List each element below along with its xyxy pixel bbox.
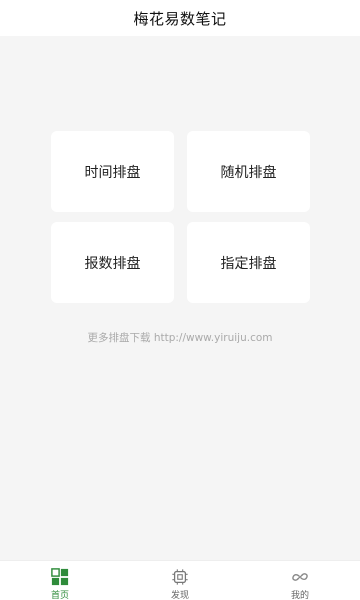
main-content: 时间排盘 随机排盘 报数排盘 指定排盘 更多排盘下载 http://www.yi… bbox=[0, 36, 360, 560]
tab-home[interactable]: 首页 bbox=[0, 561, 120, 600]
bottom-tab-bar: 首页 发现 我的 bbox=[0, 560, 360, 600]
specified-layout-button[interactable]: 指定排盘 bbox=[187, 222, 310, 303]
tab-mine[interactable]: 我的 bbox=[240, 561, 360, 600]
layout-options-grid: 时间排盘 随机排盘 报数排盘 指定排盘 bbox=[51, 131, 310, 303]
number-layout-button[interactable]: 报数排盘 bbox=[51, 222, 174, 303]
chip-icon bbox=[172, 569, 188, 585]
time-layout-button[interactable]: 时间排盘 bbox=[51, 131, 174, 212]
tab-label: 我的 bbox=[290, 591, 309, 600]
header: 梅花易数笔记 bbox=[0, 0, 360, 36]
download-more-link[interactable]: 更多排盘下载 http://www.yiruiju.com bbox=[0, 330, 360, 345]
link-icon bbox=[292, 573, 308, 581]
card-label: 时间排盘 bbox=[84, 164, 141, 181]
card-label: 指定排盘 bbox=[220, 255, 277, 272]
page-title: 梅花易数笔记 bbox=[133, 9, 227, 28]
grid-icon bbox=[51, 568, 69, 586]
card-label: 报数排盘 bbox=[84, 255, 141, 272]
random-layout-button[interactable]: 随机排盘 bbox=[187, 131, 310, 212]
tab-label: 首页 bbox=[50, 591, 69, 600]
app-screen: 梅花易数笔记 时间排盘 随机排盘 报数排盘 指定排盘 更多排盘下载 http:/… bbox=[0, 0, 360, 600]
card-label: 随机排盘 bbox=[220, 164, 277, 181]
tab-discover[interactable]: 发现 bbox=[120, 561, 240, 600]
tab-label: 发现 bbox=[170, 591, 189, 600]
